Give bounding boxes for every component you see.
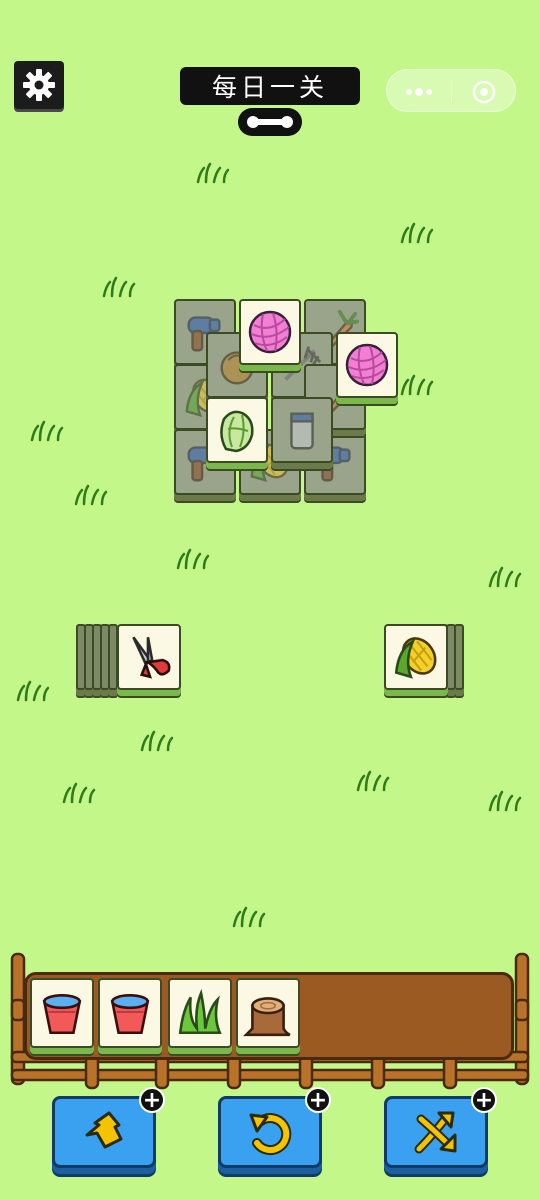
- grass-decoration: [60, 782, 100, 804]
- grass-decoration: [100, 276, 140, 298]
- grass-decoration: [354, 770, 394, 792]
- grass-decoration: [138, 730, 178, 752]
- board-tile-yarn[interactable]: [336, 332, 398, 398]
- board-tile: [271, 397, 333, 463]
- level-title-text: 每日一关: [211, 73, 328, 102]
- tray-tile: [168, 978, 232, 1048]
- grass-clump-icon: [174, 987, 226, 1039]
- grass-decoration: [398, 222, 438, 244]
- pop-out-tool-button[interactable]: +: [52, 1087, 165, 1168]
- more-button[interactable]: [387, 70, 451, 113]
- close-button[interactable]: [452, 70, 516, 113]
- tray-tile: [30, 978, 94, 1048]
- board-tile-cabbage[interactable]: [206, 397, 268, 463]
- pruning-shears-icon: [123, 631, 175, 683]
- grass-decoration: [398, 374, 438, 396]
- pop-up-arrow-icon: [85, 1111, 123, 1149]
- right-stack-top-tile[interactable]: [384, 624, 448, 690]
- left-stack-top-tile[interactable]: [117, 624, 181, 690]
- grass-decoration: [28, 420, 68, 442]
- title-knob: [238, 108, 302, 136]
- yarn-ball-icon: [342, 340, 392, 390]
- grass-decoration: [194, 162, 234, 184]
- grass-decoration: [174, 548, 214, 570]
- bone-icon: [247, 116, 293, 128]
- tree-stump-icon: [242, 987, 294, 1039]
- grass-decoration: [486, 566, 526, 588]
- water-bucket-icon: [104, 987, 156, 1039]
- cabbage-icon: [212, 405, 262, 455]
- settings-button[interactable]: [14, 61, 64, 109]
- more-dots-icon: [406, 87, 432, 96]
- board-tile-yarn[interactable]: [239, 299, 301, 365]
- target-circle-icon: [472, 80, 496, 103]
- water-bucket-icon: [36, 987, 88, 1039]
- grass-decoration: [486, 790, 526, 812]
- gear-icon: [23, 69, 55, 101]
- level-title: 每日一关: [180, 67, 360, 105]
- undo-arrow-icon: [249, 1113, 292, 1156]
- corn-icon: [390, 631, 442, 683]
- shuffle-tool-button[interactable]: +: [384, 1087, 497, 1168]
- undo-tool-button[interactable]: +: [218, 1087, 331, 1168]
- add-badge[interactable]: +: [305, 1087, 331, 1113]
- add-badge[interactable]: +: [471, 1087, 497, 1113]
- grass-decoration: [14, 680, 54, 702]
- tray-tile: [236, 978, 300, 1048]
- add-badge[interactable]: +: [139, 1087, 165, 1113]
- grass-decoration: [72, 484, 112, 506]
- grass-decoration: [230, 906, 270, 928]
- shuffle-arrows-icon: [414, 1111, 457, 1154]
- mini-program-capsule: [386, 69, 516, 112]
- tray-tile: [98, 978, 162, 1048]
- yarn-ball-icon: [245, 307, 295, 357]
